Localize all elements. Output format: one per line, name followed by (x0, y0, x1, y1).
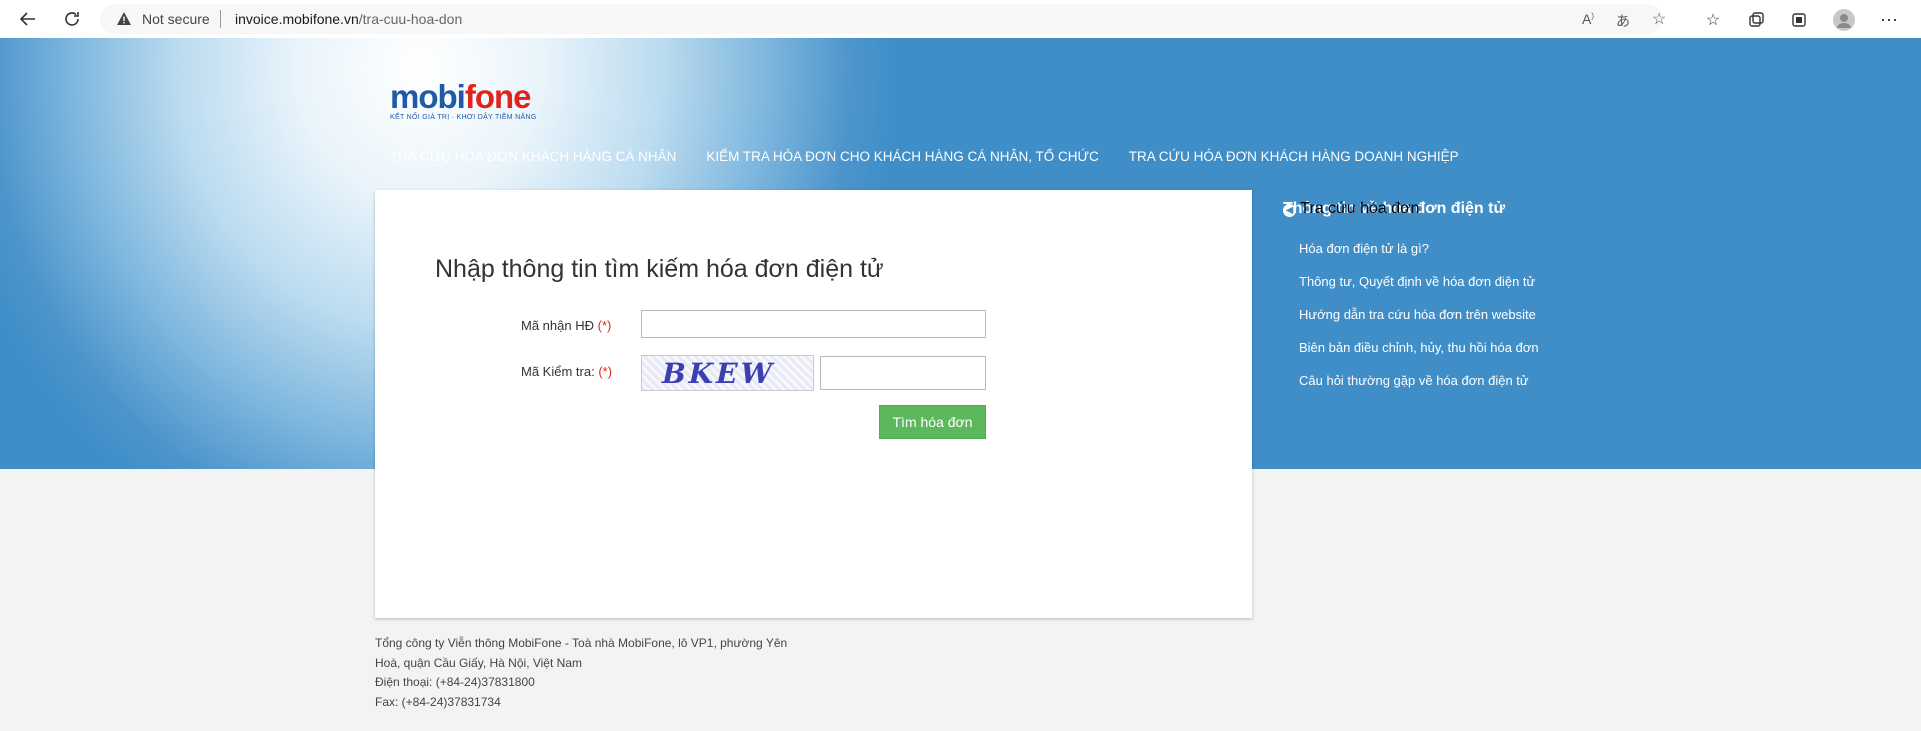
favorite-star-icon[interactable]: ☆ (1652, 9, 1666, 29)
info-sidebar: Thông tin về hóa đơn điện tử Hóa đơn điệ… (1283, 200, 1539, 397)
profile-avatar-icon[interactable] (1833, 9, 1855, 31)
check-label-text: Mã Kiểm tra: (521, 364, 595, 379)
mobifone-logo[interactable]: mobifone KẾT NỐI GIÁ TRỊ · KHƠI DẬY TIỀM… (390, 78, 537, 122)
url-text[interactable]: invoice.mobifone.vn/tra-cuu-hoa-don (235, 11, 462, 27)
back-arrow-icon[interactable] (14, 5, 42, 33)
lookup-link[interactable]: ◀ Tra cứu hóa đơn (1283, 200, 1420, 218)
address-bar[interactable]: Not secure invoice.mobifone.vn/tra-cuu-h… (100, 4, 1666, 34)
lookup-link-text: Tra cứu hóa đơn (1300, 200, 1420, 217)
url-domain: invoice.mobifone.vn (235, 11, 359, 27)
page-footer: Tổng công ty Viễn thông MobiFone - Toà n… (375, 634, 815, 712)
code-label-text: Mã nhận HĐ (521, 318, 594, 333)
captcha-input[interactable] (820, 356, 986, 390)
invoice-code-input[interactable] (641, 310, 986, 338)
warning-icon (117, 12, 131, 25)
required-mark: (*) (598, 364, 613, 379)
translate-icon[interactable]: あ (1616, 11, 1630, 31)
sidebar-item-what-is[interactable]: Hóa đơn điện tử là gì? (1299, 232, 1539, 265)
address-divider (220, 10, 221, 28)
refresh-icon[interactable] (58, 5, 86, 33)
browser-toolbar: Not secure invoice.mobifone.vn/tra-cuu-h… (0, 0, 1921, 39)
footer-phone: Điện thoại: (+84-24)37831800 (375, 675, 535, 689)
form-title: Nhập thông tin tìm kiếm hóa đơn điện tử (435, 255, 884, 283)
sidebar-item-regulations[interactable]: Thông tư, Quyết định về hóa đơn điện tử (1299, 265, 1539, 298)
logo-fone: fone (464, 78, 532, 115)
url-path: /tra-cuu-hoa-don (358, 11, 463, 27)
collections-icon[interactable] (1745, 9, 1767, 31)
sidebar-item-adjustment[interactable]: Biên bản điều chỉnh, hủy, thu hồi hóa đơ… (1299, 331, 1539, 364)
arrow-circle-left-icon: ◀ (1283, 204, 1296, 217)
more-menu-icon[interactable]: ⋯ (1878, 9, 1900, 31)
nav-check-invoice[interactable]: KIỂM TRA HÓA ĐƠN CHO KHÁCH HÀNG CÁ NHÂN,… (706, 149, 1098, 164)
favorites-icon[interactable]: ☆ (1702, 9, 1724, 31)
search-invoice-button[interactable]: Tìm hóa đơn (879, 405, 986, 439)
nav-personal-lookup[interactable]: TRA CỨU HÓA ĐƠN KHÁCH HÀNG CÁ NHÂN (390, 149, 676, 164)
check-label: Mã Kiểm tra: (*) (521, 364, 612, 379)
screenshot-icon[interactable] (1788, 9, 1810, 31)
security-label: Not secure (142, 11, 210, 27)
captcha-image: BKEW (641, 355, 814, 391)
sidebar-item-faq[interactable]: Câu hỏi thường gặp về hóa đơn điện tử (1299, 364, 1539, 397)
read-aloud-icon[interactable]: A) (1582, 11, 1594, 27)
code-label: Mã nhận HĐ (*) (521, 318, 611, 333)
footer-fax: Fax: (+84-24)37831734 (375, 694, 501, 709)
logo-mobi: mobi (390, 78, 466, 115)
captcha-text: BKEW (658, 357, 779, 390)
footer-address: Tổng công ty Viễn thông MobiFone - Toà n… (375, 636, 788, 670)
sidebar-item-guide[interactable]: Hướng dẫn tra cứu hóa đơn trên website (1299, 298, 1539, 331)
logo-tagline: KẾT NỐI GIÁ TRỊ · KHƠI DẬY TIỀM NĂNG (390, 114, 537, 121)
search-form-card: Nhập thông tin tìm kiếm hóa đơn điện tử … (375, 190, 1252, 618)
required-mark: (*) (597, 318, 612, 333)
top-navigation: TRA CỨU HÓA ĐƠN KHÁCH HÀNG CÁ NHÂN KIỂM … (390, 149, 1459, 164)
nav-enterprise-lookup[interactable]: TRA CỨU HÓA ĐƠN KHÁCH HÀNG DOANH NGHIỆP (1129, 149, 1459, 164)
